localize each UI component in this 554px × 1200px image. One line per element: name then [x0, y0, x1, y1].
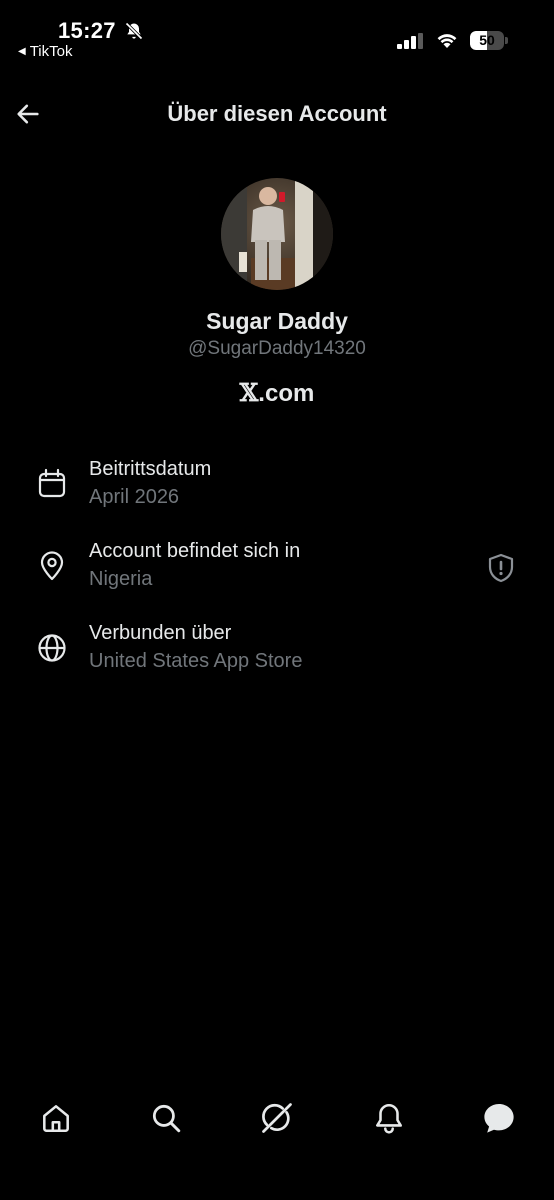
info-row-connected-via: Verbunden über United States App Store	[0, 622, 554, 692]
messages-icon	[484, 1103, 514, 1133]
info-value: Nigeria	[89, 568, 153, 590]
grok-icon	[262, 1103, 292, 1133]
calendar-icon	[38, 468, 66, 498]
nav-notifications[interactable]	[369, 1098, 409, 1138]
signal-icon	[397, 33, 423, 49]
battery-icon: 50	[470, 31, 508, 50]
battery-percent: 50	[479, 32, 495, 48]
domain-suffix: .com	[258, 380, 315, 407]
notifications-icon	[376, 1103, 402, 1134]
nav-home[interactable]	[36, 1098, 76, 1138]
back-to-app-link[interactable]: ◀ TikTok	[18, 43, 72, 60]
page-title: Über diesen Account	[167, 101, 387, 126]
location-pin-icon	[40, 551, 64, 581]
avatar-image	[221, 178, 333, 290]
bottom-nav	[0, 1090, 554, 1150]
header: Über diesen Account	[0, 88, 554, 140]
display-name: Sugar Daddy	[206, 308, 348, 334]
info-value: United States App Store	[89, 650, 303, 672]
avatar[interactable]	[221, 178, 333, 290]
x-logo-icon: 𝕏	[239, 378, 259, 407]
nav-messages[interactable]	[479, 1098, 519, 1138]
handle: @SugarDaddy14320	[188, 338, 366, 359]
info-row-location: Account befindet sich in Nigeria	[0, 540, 554, 610]
shield-exclamation-icon[interactable]	[485, 552, 517, 584]
info-label: Account befindet sich in	[89, 540, 301, 562]
battery-cap	[505, 37, 508, 44]
back-app-label: TikTok	[29, 43, 73, 60]
wifi-icon	[437, 34, 457, 48]
info-value: April 2026	[89, 486, 180, 508]
screen: 15:27 ◀ TikTok 50 Über diesen Account Su…	[0, 0, 554, 1200]
battery-body: 50	[470, 31, 504, 50]
search-icon	[152, 1104, 181, 1133]
info-label: Verbunden über	[89, 622, 232, 644]
nav-grok[interactable]	[257, 1098, 297, 1138]
back-triangle-icon: ◀	[18, 46, 26, 57]
info-label: Beitrittsdatum	[89, 458, 212, 480]
globe-icon	[38, 634, 66, 662]
domain-link[interactable]: 𝕏.com	[0, 378, 554, 408]
status-time: 15:27	[58, 18, 116, 43]
status-bar: 15:27 ◀ TikTok 50	[0, 0, 554, 70]
bell-off-icon	[125, 22, 143, 40]
home-icon	[43, 1105, 69, 1133]
info-row-join-date: Beitrittsdatum April 2026	[0, 458, 554, 528]
nav-search[interactable]	[146, 1098, 186, 1138]
